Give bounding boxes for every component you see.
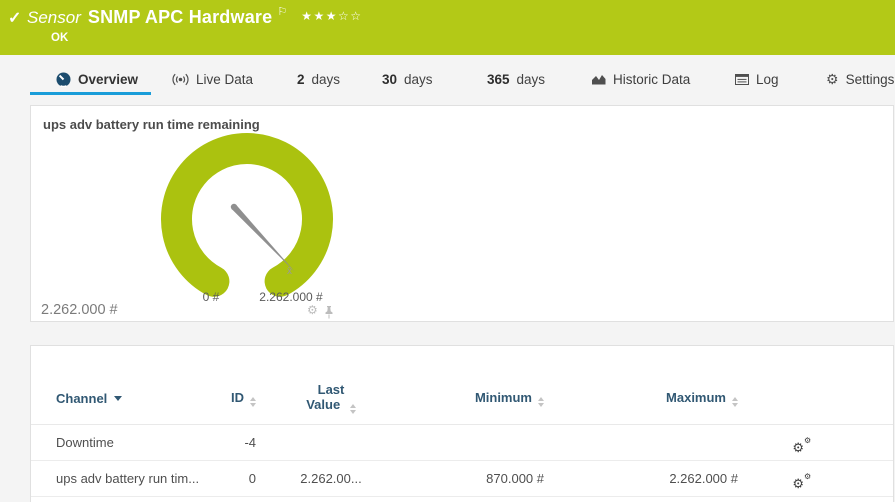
gauge-panel: ups adv battery run time remaining x̄ 0 … xyxy=(30,105,894,322)
column-label: Last Value xyxy=(306,382,344,412)
object-kind-label: Sensor xyxy=(27,8,81,27)
table-header-row: Channel ID Last Value Minimum Maximum xyxy=(31,346,893,425)
column-header-channel[interactable]: Channel xyxy=(31,391,216,406)
prtg-sensor-page: ✓ Sensor SNMP APC Hardware ⚐ ★★★☆☆ OK Overv… xyxy=(0,0,895,502)
log-icon xyxy=(735,74,749,85)
priority-flag-icon[interactable]: ⚐ xyxy=(277,6,287,18)
priority-stars[interactable]: ★★★☆☆ xyxy=(301,9,362,23)
column-label: Maximum xyxy=(666,390,726,405)
status-badge: OK xyxy=(51,32,68,44)
sort-icon xyxy=(732,397,738,407)
tab-settings[interactable]: ⚙ Settings xyxy=(826,66,894,92)
gear-icon: ⚙ xyxy=(792,440,804,456)
gear-icon: ⚙ xyxy=(792,476,804,492)
gauge-icon xyxy=(56,72,71,87)
sensor-status-header: ✓ Sensor SNMP APC Hardware ⚐ ★★★☆☆ OK xyxy=(0,0,895,55)
tab-2-days[interactable]: 2 days xyxy=(297,66,340,92)
column-label: Channel xyxy=(56,391,107,406)
gear-icon-small: ⚙ xyxy=(804,472,811,481)
sort-icon xyxy=(350,404,356,414)
gauge-chart xyxy=(139,124,355,304)
tab-365-days[interactable]: 365 days xyxy=(487,66,545,92)
column-header-id[interactable]: ID xyxy=(216,390,256,407)
channel-minimum: 870.000 # xyxy=(406,471,544,486)
channel-name[interactable]: Downtime xyxy=(31,435,216,450)
tab-number: 30 xyxy=(382,72,397,87)
tab-label: days xyxy=(404,72,433,87)
channel-name[interactable]: ups adv battery run tim... xyxy=(31,471,216,486)
tab-number: 2 xyxy=(297,72,305,87)
pin-icon[interactable] xyxy=(324,306,334,319)
column-header-minimum[interactable]: Minimum xyxy=(406,390,544,407)
tab-label: Settings xyxy=(846,72,895,87)
channel-id: -4 xyxy=(216,435,256,450)
tab-label: Overview xyxy=(78,72,138,87)
mean-marker: x̄ xyxy=(287,266,292,277)
stars-empty[interactable]: ☆☆ xyxy=(338,9,363,23)
column-header-last-value[interactable]: Last Value xyxy=(256,382,406,414)
tab-label: days xyxy=(517,72,546,87)
stars-filled[interactable]: ★★★ xyxy=(301,9,338,23)
column-label: Minimum xyxy=(475,390,532,405)
active-tab-underline xyxy=(30,92,151,95)
gauge-scale-max: 2.262.000 # xyxy=(231,290,351,304)
live-data-icon xyxy=(172,73,189,86)
channel-last-value: 2.262.00... xyxy=(256,471,406,486)
tab-log[interactable]: Log xyxy=(735,66,779,92)
gear-icon: ⚙ xyxy=(826,71,839,88)
tab-bar: Overview Live Data 2 days 30 days 365 da… xyxy=(0,66,895,96)
tab-number: 365 xyxy=(487,72,510,87)
tab-30-days[interactable]: 30 days xyxy=(382,66,433,92)
tab-label: Log xyxy=(756,72,779,87)
gauge-arc xyxy=(177,149,318,282)
channel-id: 0 xyxy=(216,471,256,486)
gauge-needle xyxy=(232,205,295,272)
table-row-downtime[interactable]: Downtime -4 ⚙⚙ xyxy=(31,425,893,461)
channel-maximum: 2.262.000 # xyxy=(544,471,738,486)
sensor-title-line: Sensor SNMP APC Hardware ⚐ ★★★☆☆ xyxy=(27,5,363,28)
page-title: SNMP APC Hardware xyxy=(88,7,272,27)
gear-icon-small: ⚙ xyxy=(804,436,811,445)
channel-table-panel: Channel ID Last Value Minimum Maximum Do… xyxy=(30,345,894,502)
gauge-current-value: 2.262.000 # xyxy=(41,302,118,318)
column-header-maximum[interactable]: Maximum xyxy=(544,390,738,407)
status-check-icon: ✓ xyxy=(8,8,21,28)
tab-overview[interactable]: Overview xyxy=(56,66,138,92)
table-row-battery-runtime[interactable]: ups adv battery run tim... 0 2.262.00...… xyxy=(31,461,893,497)
sort-desc-icon xyxy=(114,396,122,401)
tab-label: days xyxy=(312,72,341,87)
tab-live-data[interactable]: Live Data xyxy=(172,66,253,92)
tab-historic-data[interactable]: Historic Data xyxy=(592,66,690,92)
gauge-settings-gear-icon[interactable]: ⚙ xyxy=(307,303,318,317)
area-chart-icon xyxy=(592,74,606,85)
tab-label: Historic Data xyxy=(613,72,690,87)
column-label: ID xyxy=(231,390,244,405)
tab-label: Live Data xyxy=(196,72,253,87)
